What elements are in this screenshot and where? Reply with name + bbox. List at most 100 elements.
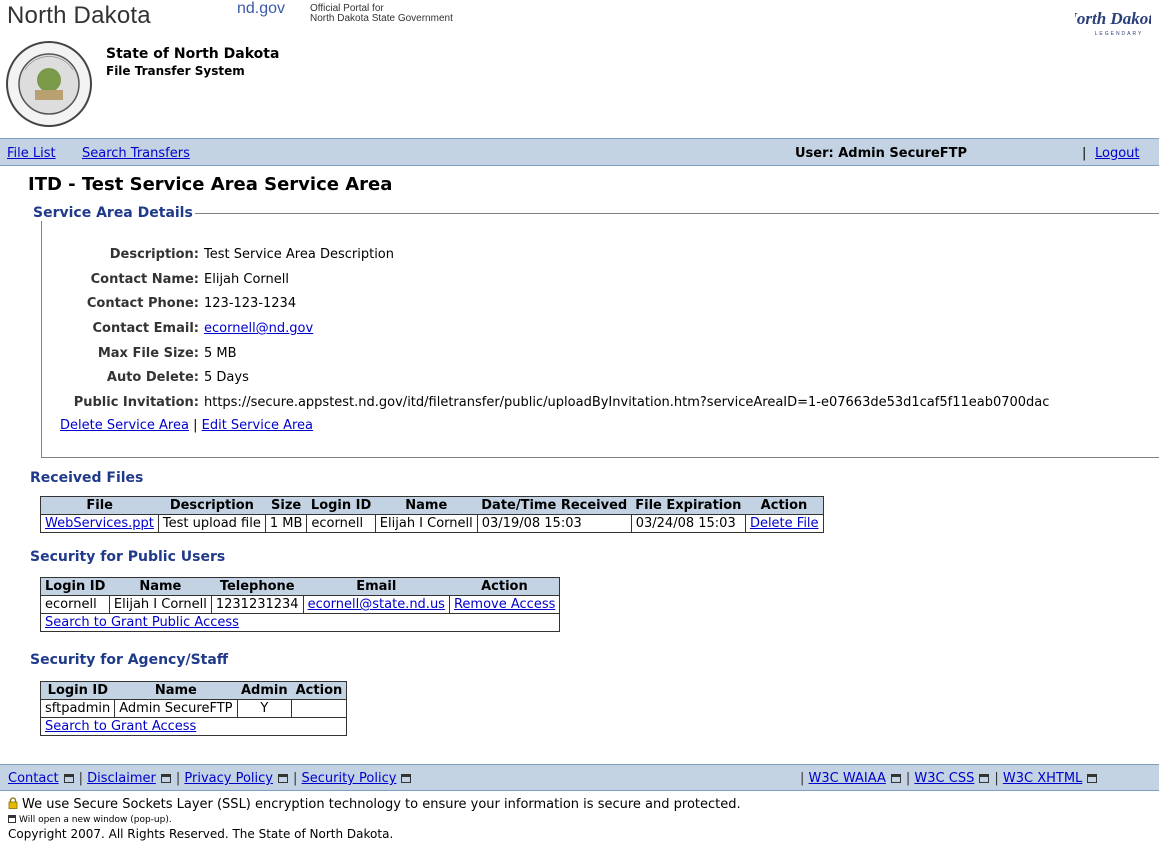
grant-public-access-link[interactable]: Search to Grant Public Access: [45, 615, 239, 630]
delete-file-link[interactable]: Delete File: [750, 516, 819, 531]
top-nav-bar: File List Search Transfers User: Admin S…: [0, 138, 1159, 166]
column-header: Size: [265, 496, 307, 515]
column-header: Description: [158, 496, 266, 515]
w3c-css-link[interactable]: W3C CSS: [914, 771, 974, 786]
public-user-email-link[interactable]: ecornell@state.nd.us: [308, 597, 445, 612]
table-cell: Remove Access: [448, 595, 561, 614]
table-cell: Delete File: [744, 514, 824, 533]
ndgov-logo-text[interactable]: nd.gov: [237, 0, 285, 18]
column-header: Action: [745, 496, 824, 515]
lock-icon: [8, 797, 18, 809]
public-security-title: Security for Public Users: [30, 549, 226, 565]
column-header: Name: [109, 577, 212, 596]
site-banner: North Dakota nd.gov Official Portal for …: [0, 0, 1159, 134]
contact-phone-value: 123-123-1234: [204, 296, 297, 311]
ssl-notice: We use Secure Sockets Layer (SSL) encryp…: [8, 797, 741, 812]
table-row: WebServices.ppt Test upload file 1 MB ec…: [40, 514, 824, 533]
popup-window-icon: [1087, 774, 1098, 783]
table-header-row: Login ID Name Admin Action: [40, 681, 347, 700]
contact-email-link[interactable]: ecornell@nd.gov: [204, 321, 313, 336]
nav-search-transfers-link[interactable]: Search Transfers: [82, 146, 190, 161]
contact-name-value: Elijah Cornell: [204, 272, 289, 287]
w3c-xhtml-link[interactable]: W3C XHTML: [1003, 771, 1082, 786]
footer-left-links: Contact | Disclaimer | Privacy Policy | Sec…: [8, 771, 416, 786]
page-title: ITD - Test Service Area Service Area: [28, 174, 393, 195]
footer-separator: |: [800, 771, 805, 786]
popup-window-icon: [63, 774, 74, 783]
column-header: Name: [375, 496, 478, 515]
description-value: Test Service Area Description: [204, 247, 394, 262]
footer-separator: |: [905, 771, 911, 786]
file-download-link[interactable]: WebServices.ppt: [45, 516, 154, 531]
column-header: Admin: [237, 681, 292, 700]
edit-service-area-link[interactable]: Edit Service Area: [202, 418, 313, 433]
table-cell: Search to Grant Public Access: [39, 613, 561, 632]
column-header: Date/Time Received: [477, 496, 632, 515]
nav-file-list-link[interactable]: File List: [7, 146, 56, 161]
auto-delete-label: Auto Delete:: [106, 370, 199, 385]
details-action-links: Delete Service Area | Edit Service Area: [60, 418, 313, 433]
public-invitation-url: https://secure.appstest.nd.gov/itd/filet…: [204, 395, 1050, 410]
column-header: Name: [114, 681, 237, 700]
popup-note-text: Will open a new window (pop-up).: [19, 815, 172, 825]
column-header: File Expiration: [631, 496, 746, 515]
table-cell: sftpadmin: [39, 699, 116, 718]
contact-name-label: Contact Name:: [90, 272, 199, 287]
table-cell: ecornell: [306, 514, 376, 533]
svg-text:LEGENDARY: LEGENDARY: [1095, 31, 1144, 37]
disclaimer-link[interactable]: Disclaimer: [87, 771, 156, 786]
agency-security-title: Security for Agency/Staff: [30, 652, 229, 668]
column-header: Telephone: [211, 577, 304, 596]
popup-window-icon: [979, 774, 990, 783]
table-cell: Admin SecureFTP: [114, 699, 238, 718]
legendary-logo[interactable]: North Dakota LEGENDARY: [1075, 2, 1151, 38]
contact-link[interactable]: Contact: [8, 771, 59, 786]
remove-access-link[interactable]: Remove Access: [454, 597, 555, 612]
table-cell: Test upload file: [157, 514, 266, 533]
popup-window-icon: [160, 774, 171, 783]
auto-delete-value: 5 Days: [204, 370, 249, 385]
footer-separator: |: [78, 771, 83, 786]
table-cell: Elijah I Cornell: [108, 595, 212, 614]
table-header-row: Login ID Name Telephone Email Action: [40, 577, 560, 596]
popup-window-icon: [401, 774, 412, 783]
table-row: Search to Grant Public Access: [39, 613, 561, 632]
table-cell: 03/24/08 15:03: [630, 514, 746, 533]
public-invitation-label: Public Invitation:: [73, 395, 199, 410]
service-area-details-legend: Service Area Details: [31, 205, 195, 221]
received-files-title: Received Files: [30, 470, 144, 486]
description-label: Description:: [109, 247, 199, 262]
system-name: File Transfer System: [106, 64, 245, 78]
contact-email-label: Contact Email:: [92, 321, 199, 336]
footer-separator: |: [293, 771, 298, 786]
popup-note: Will open a new window (pop-up).: [8, 815, 172, 825]
privacy-policy-link[interactable]: Privacy Policy: [184, 771, 273, 786]
table-cell: Y: [236, 699, 293, 718]
table-cell: ecornell@state.nd.us: [302, 595, 450, 614]
table-cell: WebServices.ppt: [40, 514, 159, 533]
portal-tagline: Official Portal for North Dakota State G…: [310, 4, 453, 24]
table-row: sftpadmin Admin SecureFTP Y: [39, 699, 348, 718]
popup-window-icon: [890, 774, 901, 783]
column-header: Action: [291, 681, 347, 700]
grant-access-link[interactable]: Search to Grant Access: [45, 719, 196, 734]
popup-window-icon: [8, 815, 16, 823]
column-header: Login ID: [40, 577, 110, 596]
details-link-separator: |: [193, 418, 198, 433]
table-row: Search to Grant Access: [39, 717, 348, 736]
logout-link[interactable]: Logout: [1095, 146, 1140, 161]
max-file-size-value: 5 MB: [204, 346, 237, 361]
table-cell: Search to Grant Access: [39, 717, 348, 736]
w3c-waiaa-link[interactable]: W3C WAIAA: [809, 771, 886, 786]
column-header: Login ID: [306, 496, 376, 515]
column-header: Login ID: [40, 681, 115, 700]
security-policy-link[interactable]: Security Policy: [302, 771, 397, 786]
max-file-size-label: Max File Size:: [97, 346, 199, 361]
delete-service-area-link[interactable]: Delete Service Area: [60, 418, 189, 433]
footer-right-links: | W3C WAIAA | W3C CSS | W3C XHTML: [800, 771, 1102, 786]
svg-text:North Dakota: North Dakota: [1075, 9, 1151, 28]
public-users-table: Login ID Name Telephone Email Action eco…: [39, 577, 561, 632]
org-name: State of North Dakota: [106, 46, 280, 62]
table-row: ecornell Elijah I Cornell 1231231234 eco…: [40, 595, 561, 614]
ssl-notice-text: We use Secure Sockets Layer (SSL) encryp…: [22, 797, 741, 812]
